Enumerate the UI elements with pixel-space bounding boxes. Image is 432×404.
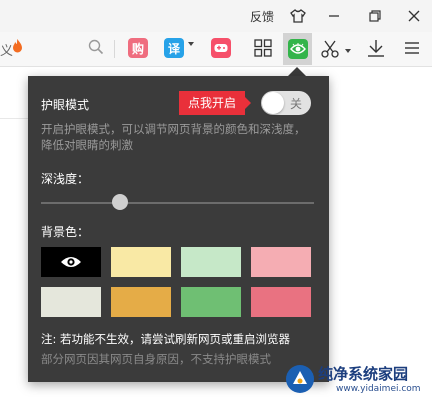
eye-care-button[interactable] [283, 33, 312, 65]
toggle-knob [262, 92, 284, 114]
eye-care-icon [287, 39, 308, 59]
eye-care-description: 开启护眼模式，可以调节网页背景的颜色和深浅度，降低对眼睛的刺激 [41, 122, 306, 152]
depth-label: 深浅度： [41, 172, 90, 186]
color-swatch-orange[interactable] [111, 287, 171, 317]
unsupported-note: 部分网页因其网页自身原因，不支持护眼模式 [41, 352, 271, 366]
toolbar-divider [114, 40, 115, 58]
depth-slider-handle[interactable] [112, 194, 129, 210]
depth-slider-track[interactable] [41, 202, 314, 204]
translate-dropdown-arrow-icon[interactable] [188, 42, 194, 46]
restore-icon[interactable] [366, 7, 384, 25]
color-swatch-green[interactable] [181, 287, 241, 317]
color-swatch-black[interactable] [41, 247, 101, 277]
toggle-state-label: 关 [290, 97, 303, 111]
eye-care-toggle[interactable]: 关 [261, 91, 311, 115]
eye-care-popup: 护眼模式 点我开启 关 开启护眼模式，可以调节网页背景的颜色和深浅度，降低对眼睛… [28, 76, 329, 382]
screenshot-scissors-icon[interactable] [320, 39, 342, 59]
close-icon[interactable] [405, 7, 423, 25]
apps-grid-icon[interactable] [254, 39, 272, 57]
shirt-skin-icon[interactable] [289, 7, 307, 25]
site-watermark: 纯净系统家园 www.yidaimei.com [286, 363, 426, 397]
page-divider [0, 118, 28, 119]
toolbar: 义 购 译 [0, 32, 432, 67]
click-to-enable-tip: 点我开启 [179, 91, 252, 115]
menu-icon[interactable] [404, 40, 420, 56]
hot-flame-icon [12, 39, 23, 57]
title-bar: 反馈 [0, 0, 432, 32]
watermark-logo-icon [286, 365, 314, 393]
eye-care-mode-label: 护眼模式 [41, 98, 90, 112]
shopping-extension-button[interactable]: 购 [128, 38, 148, 58]
background-color-label: 背景色： [41, 225, 90, 239]
search-icon[interactable] [88, 39, 104, 55]
color-swatch-light-yellow[interactable] [111, 247, 171, 277]
selected-eye-icon [61, 257, 81, 267]
popup-pointer [288, 67, 306, 76]
color-swatch-light-green[interactable] [181, 247, 241, 277]
watermark-title: 纯净系统家园 [318, 365, 409, 383]
color-swatch-off-white[interactable] [41, 287, 101, 317]
minimize-icon[interactable] [325, 7, 343, 25]
color-swatch-pink[interactable] [251, 247, 311, 277]
translate-extension-button[interactable]: 译 [164, 38, 184, 58]
game-extension-button[interactable] [211, 38, 231, 58]
color-swatch-red[interactable] [251, 287, 311, 317]
download-icon[interactable] [366, 38, 386, 58]
watermark-url: www.yidaimei.com [336, 384, 421, 394]
screenshot-dropdown-arrow-icon[interactable] [345, 49, 351, 53]
refresh-note: 注: 若功能不生效，请尝试刷新网页或重启浏览器 [41, 332, 291, 346]
feedback-link[interactable]: 反馈 [250, 8, 274, 25]
